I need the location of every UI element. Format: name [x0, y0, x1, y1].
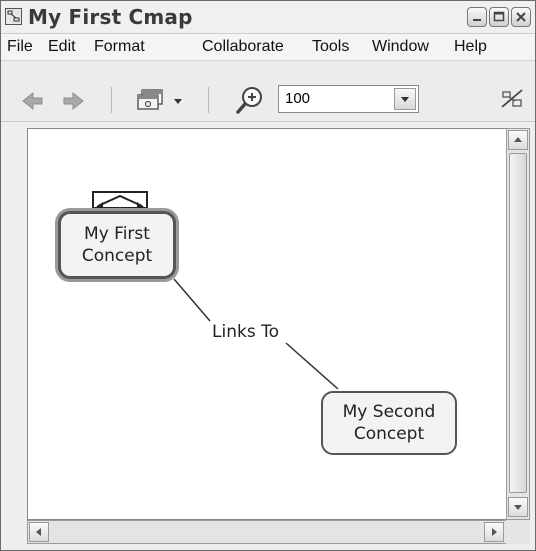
- concept-node-second[interactable]: My Second Concept: [321, 391, 457, 455]
- vertical-scroll-thumb[interactable]: [509, 153, 527, 493]
- chevron-right-icon: [492, 528, 497, 536]
- zoom-select[interactable]: 100: [278, 85, 419, 113]
- toolbar-separator: [208, 87, 209, 113]
- concept-map-canvas[interactable]: My First Concept Links To My Second Conc…: [27, 128, 507, 520]
- zoom-in-icon[interactable]: [235, 85, 265, 115]
- minimize-button[interactable]: [467, 7, 487, 27]
- toolbar-separator: [111, 87, 112, 113]
- maximize-icon: [493, 11, 505, 22]
- link-arrows-icon: [96, 194, 144, 207]
- menu-file[interactable]: File: [7, 38, 33, 56]
- chevron-left-icon: [36, 528, 41, 536]
- scroll-right-button[interactable]: [484, 522, 504, 542]
- network-off-icon[interactable]: [500, 87, 526, 111]
- horizontal-scrollbar[interactable]: [27, 520, 507, 544]
- maximize-button[interactable]: [489, 7, 509, 27]
- zoom-value: 100: [285, 90, 311, 107]
- minimize-icon: [473, 19, 481, 21]
- linking-phrase[interactable]: Links To: [210, 322, 281, 342]
- scroll-down-button[interactable]: [508, 497, 528, 517]
- chevron-down-icon: [514, 505, 522, 510]
- vertical-scrollbar[interactable]: [506, 128, 530, 520]
- arrow-right-icon[interactable]: [61, 90, 85, 112]
- cmap-window: My First Cmap File Edit Format Collabora…: [0, 0, 536, 551]
- menu-window[interactable]: Window: [372, 38, 429, 56]
- close-button[interactable]: [511, 7, 531, 27]
- window-title: My First Cmap: [28, 5, 193, 29]
- close-icon: [516, 12, 526, 22]
- concept-node-first[interactable]: My First Concept: [58, 211, 176, 279]
- menu-format[interactable]: Format: [94, 38, 145, 56]
- views-dropdown-icon[interactable]: [136, 87, 188, 113]
- menu-edit[interactable]: Edit: [48, 38, 76, 56]
- chevron-up-icon: [514, 137, 522, 142]
- concept-label: My First Concept: [81, 224, 153, 266]
- menu-help[interactable]: Help: [454, 38, 487, 56]
- scrollbar-corner: [506, 520, 530, 544]
- menu-bar: File Edit Format Collaborate Tools Windo…: [1, 34, 535, 61]
- scroll-left-button[interactable]: [29, 522, 49, 542]
- arrow-left-icon[interactable]: [21, 90, 45, 112]
- concept-label: My Second Concept: [342, 402, 436, 444]
- zoom-dropdown-button[interactable]: [394, 88, 416, 110]
- cmap-app-icon[interactable]: [5, 8, 22, 25]
- link-creation-handle[interactable]: [92, 191, 148, 209]
- menu-collaborate[interactable]: Collaborate: [202, 38, 284, 56]
- menu-tools[interactable]: Tools: [312, 38, 349, 56]
- scroll-up-button[interactable]: [508, 130, 528, 150]
- chevron-down-icon: [401, 97, 409, 102]
- title-bar[interactable]: My First Cmap: [1, 1, 535, 34]
